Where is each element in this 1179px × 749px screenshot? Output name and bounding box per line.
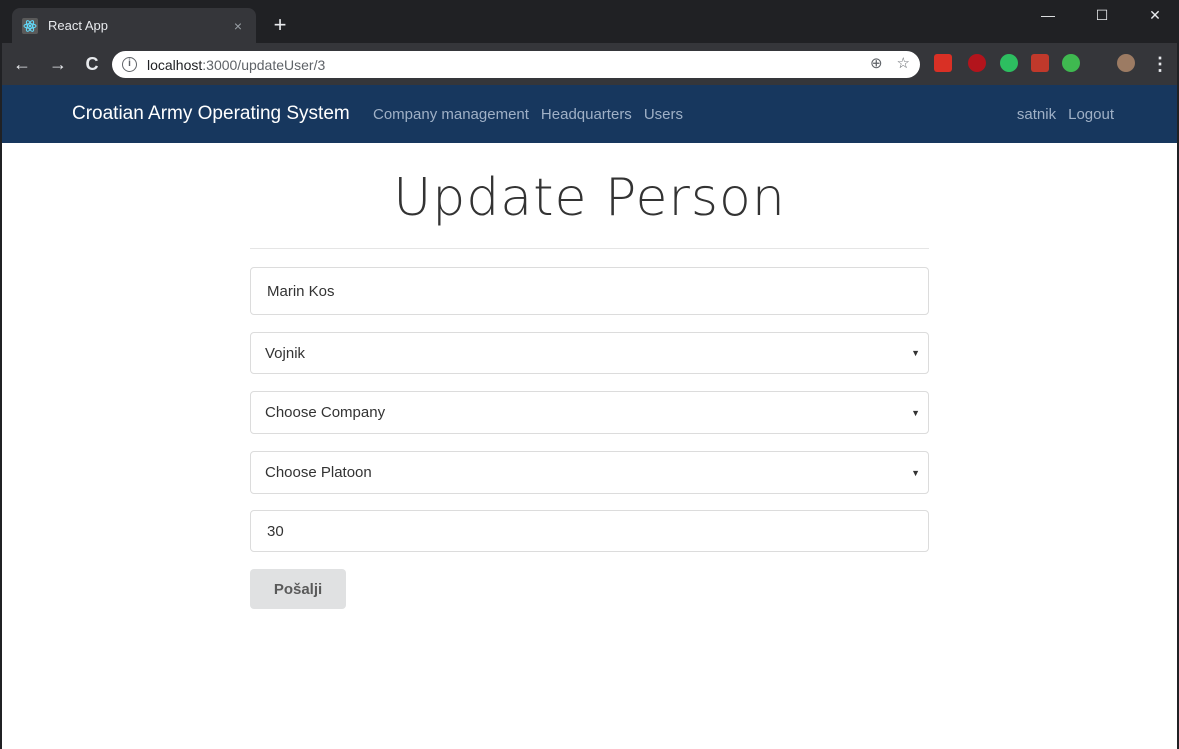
nav-headquarters[interactable]: Headquarters bbox=[541, 106, 632, 123]
back-arrow-icon[interactable]: ← bbox=[10, 53, 34, 75]
maximize-icon[interactable]: ☐ bbox=[1080, 0, 1124, 30]
rank-select[interactable]: Vojnik ▼ bbox=[250, 332, 929, 374]
evernote-extension-icon[interactable] bbox=[1000, 54, 1018, 72]
zoom-icon[interactable]: ⊕ bbox=[870, 54, 883, 72]
reload-icon[interactable]: C bbox=[80, 53, 104, 75]
window-close-icon[interactable]: ✕ bbox=[1133, 0, 1177, 30]
dropdown-arrow-icon: ▼ bbox=[911, 467, 920, 478]
react-icon bbox=[22, 17, 38, 34]
browser-toolbar: ← → C i localhost:3000/updateUser/3 ⊕ ☆ … bbox=[0, 43, 1179, 85]
number-input[interactable]: 30 bbox=[250, 510, 929, 552]
address-bar[interactable]: i localhost:3000/updateUser/3 ⊕ ☆ bbox=[112, 51, 920, 78]
profile-avatar[interactable] bbox=[1117, 54, 1135, 72]
rank-select-value: Vojnik bbox=[265, 344, 306, 362]
info-icon[interactable]: i bbox=[122, 57, 137, 72]
extension-ring-icon[interactable] bbox=[1062, 54, 1080, 72]
tab-title: React App bbox=[48, 18, 108, 33]
chrome-menu-icon[interactable]: ⋮ bbox=[1148, 53, 1172, 75]
minimize-icon[interactable]: — bbox=[1026, 0, 1070, 30]
name-input[interactable]: Marin Kos bbox=[250, 267, 929, 315]
name-input-value: Marin Kos bbox=[267, 282, 335, 300]
platoon-select[interactable]: Choose Platoon ▼ bbox=[250, 451, 929, 494]
company-select-value: Choose Company bbox=[265, 404, 386, 421]
number-input-value: 30 bbox=[267, 522, 284, 540]
bookmark-star-icon[interactable]: ☆ bbox=[897, 54, 910, 72]
window-frame-left bbox=[0, 0, 2, 749]
url-text: localhost:3000/updateUser/3 bbox=[147, 56, 326, 73]
dropdown-arrow-icon: ▼ bbox=[911, 348, 920, 358]
nav-users[interactable]: Users bbox=[644, 106, 683, 123]
nav-user-area: satnik Logout bbox=[1017, 106, 1114, 123]
ublock-extension-icon[interactable] bbox=[968, 54, 986, 72]
gmail-extension-icon[interactable] bbox=[934, 54, 952, 72]
nav-links: Company management Headquarters Users bbox=[373, 106, 683, 123]
platoon-select-value: Choose Platoon bbox=[265, 464, 372, 481]
new-tab-button[interactable]: + bbox=[268, 14, 292, 38]
tab-close-icon[interactable]: × bbox=[230, 18, 246, 34]
brand-link[interactable]: Croatian Army Operating System bbox=[72, 103, 350, 125]
dropdown-arrow-icon: ▼ bbox=[911, 407, 920, 418]
submit-button[interactable]: Pošalji bbox=[250, 569, 346, 609]
extension-icon[interactable] bbox=[1031, 54, 1049, 72]
title-divider bbox=[250, 248, 929, 249]
nav-username[interactable]: satnik bbox=[1017, 106, 1056, 123]
app-navbar: Croatian Army Operating System Company m… bbox=[0, 85, 1179, 143]
page-title: Update Person bbox=[393, 168, 786, 228]
company-select[interactable]: Choose Company ▼ bbox=[250, 391, 929, 434]
browser-tab-bar: React App × + — ☐ ✕ bbox=[0, 0, 1179, 43]
forward-arrow-icon[interactable]: → bbox=[46, 53, 70, 75]
browser-tab[interactable]: React App × bbox=[12, 8, 256, 43]
nav-logout[interactable]: Logout bbox=[1068, 106, 1114, 123]
nav-company-management[interactable]: Company management bbox=[373, 106, 529, 123]
